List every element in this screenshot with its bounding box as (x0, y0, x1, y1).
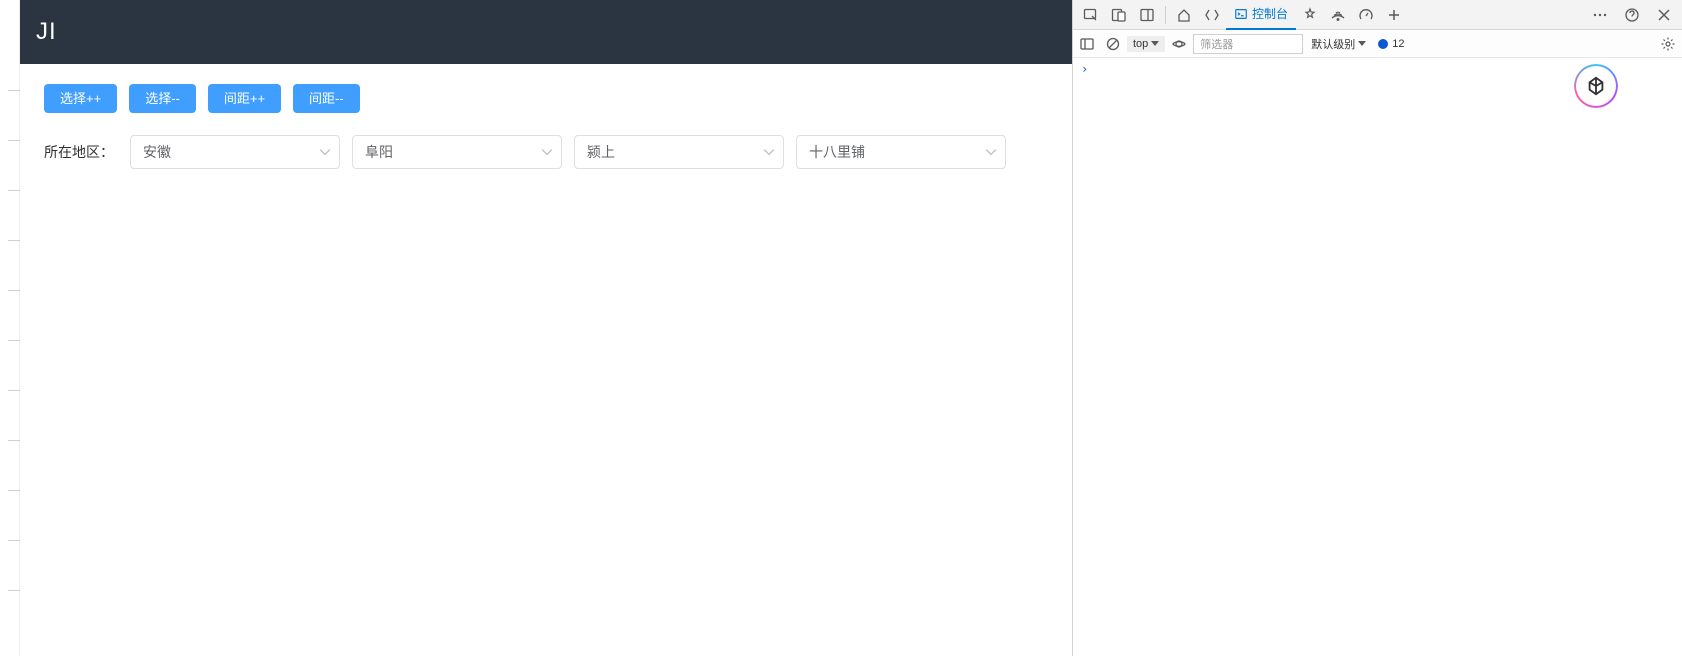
context-value: top (1133, 38, 1148, 50)
clear-console-icon[interactable] (1101, 30, 1125, 58)
gap-minus-button[interactable]: 间距-- (293, 84, 360, 113)
issues-button[interactable]: 12 (1374, 38, 1408, 50)
province-value: 安徽 (143, 142, 171, 162)
settings-gear-icon[interactable] (1656, 32, 1680, 56)
console-tab-label: 控制台 (1252, 5, 1288, 22)
logo-text: JI (36, 18, 57, 46)
sources-tab-icon[interactable] (1296, 1, 1324, 29)
console-tab[interactable]: 控制台 (1226, 0, 1296, 30)
region-label: 所在地区： (44, 142, 114, 162)
close-icon[interactable] (1650, 1, 1678, 29)
town-value: 十八里铺 (809, 142, 865, 162)
main-header: JI (20, 0, 1072, 64)
chevron-down-icon (763, 146, 775, 158)
add-tab-icon[interactable] (1380, 1, 1408, 29)
more-icon[interactable] (1586, 1, 1614, 29)
city-value: 阜阳 (365, 142, 393, 162)
select-minus-button[interactable]: 选择-- (129, 84, 196, 113)
console-toolbar: top 筛选器 默认级别 12 (1073, 30, 1682, 58)
main-body: 选择++ 选择-- 间距++ 间距-- 所在地区： 安徽 阜阳 (20, 64, 1072, 189)
context-selector[interactable]: top (1127, 36, 1165, 52)
province-select[interactable]: 安徽 (130, 135, 340, 169)
device-toggle-icon[interactable] (1105, 1, 1133, 29)
help-icon[interactable] (1618, 1, 1646, 29)
chevron-down-icon (541, 146, 553, 158)
town-select[interactable]: 十八里铺 (796, 135, 1006, 169)
chevron-down-icon (1358, 41, 1366, 46)
assistant-badge[interactable] (1574, 64, 1618, 108)
console-output[interactable]: › (1073, 58, 1682, 656)
left-nav-edge (0, 0, 20, 656)
log-level-selector[interactable]: 默认级别 (1305, 36, 1372, 52)
network-tab-icon[interactable] (1324, 1, 1352, 29)
issue-count: 12 (1392, 38, 1404, 50)
performance-tab-icon[interactable] (1352, 1, 1380, 29)
chevron-down-icon (319, 146, 331, 158)
region-row: 所在地区： 安徽 阜阳 颍上 (44, 135, 1048, 169)
live-expression-icon[interactable] (1167, 30, 1191, 58)
select-plus-button[interactable]: 选择++ (44, 84, 117, 113)
city-select[interactable]: 阜阳 (352, 135, 562, 169)
gap-plus-button[interactable]: 间距++ (208, 84, 281, 113)
county-select[interactable]: 颍上 (574, 135, 784, 169)
sidebar-toggle-icon[interactable] (1075, 30, 1099, 58)
dock-icon[interactable] (1133, 1, 1161, 29)
chevron-down-icon (1151, 41, 1159, 46)
inspect-icon[interactable] (1077, 1, 1105, 29)
filter-placeholder: 筛选器 (1200, 36, 1233, 52)
main-panel: JI 选择++ 选择-- 间距++ 间距-- 所在地区： 安徽 阜阳 (20, 0, 1072, 656)
devtools-tabbar: 控制台 (1073, 0, 1682, 30)
issue-dot-icon (1378, 39, 1388, 49)
welcome-tab-icon[interactable] (1170, 1, 1198, 29)
log-level-label: 默认级别 (1311, 36, 1355, 52)
button-row: 选择++ 选择-- 间距++ 间距-- (44, 84, 1048, 113)
chevron-down-icon (985, 146, 997, 158)
county-value: 颍上 (587, 142, 615, 162)
console-prompt-icon: › (1081, 62, 1088, 76)
filter-input[interactable]: 筛选器 (1193, 34, 1303, 54)
elements-tab-icon[interactable] (1198, 1, 1226, 29)
